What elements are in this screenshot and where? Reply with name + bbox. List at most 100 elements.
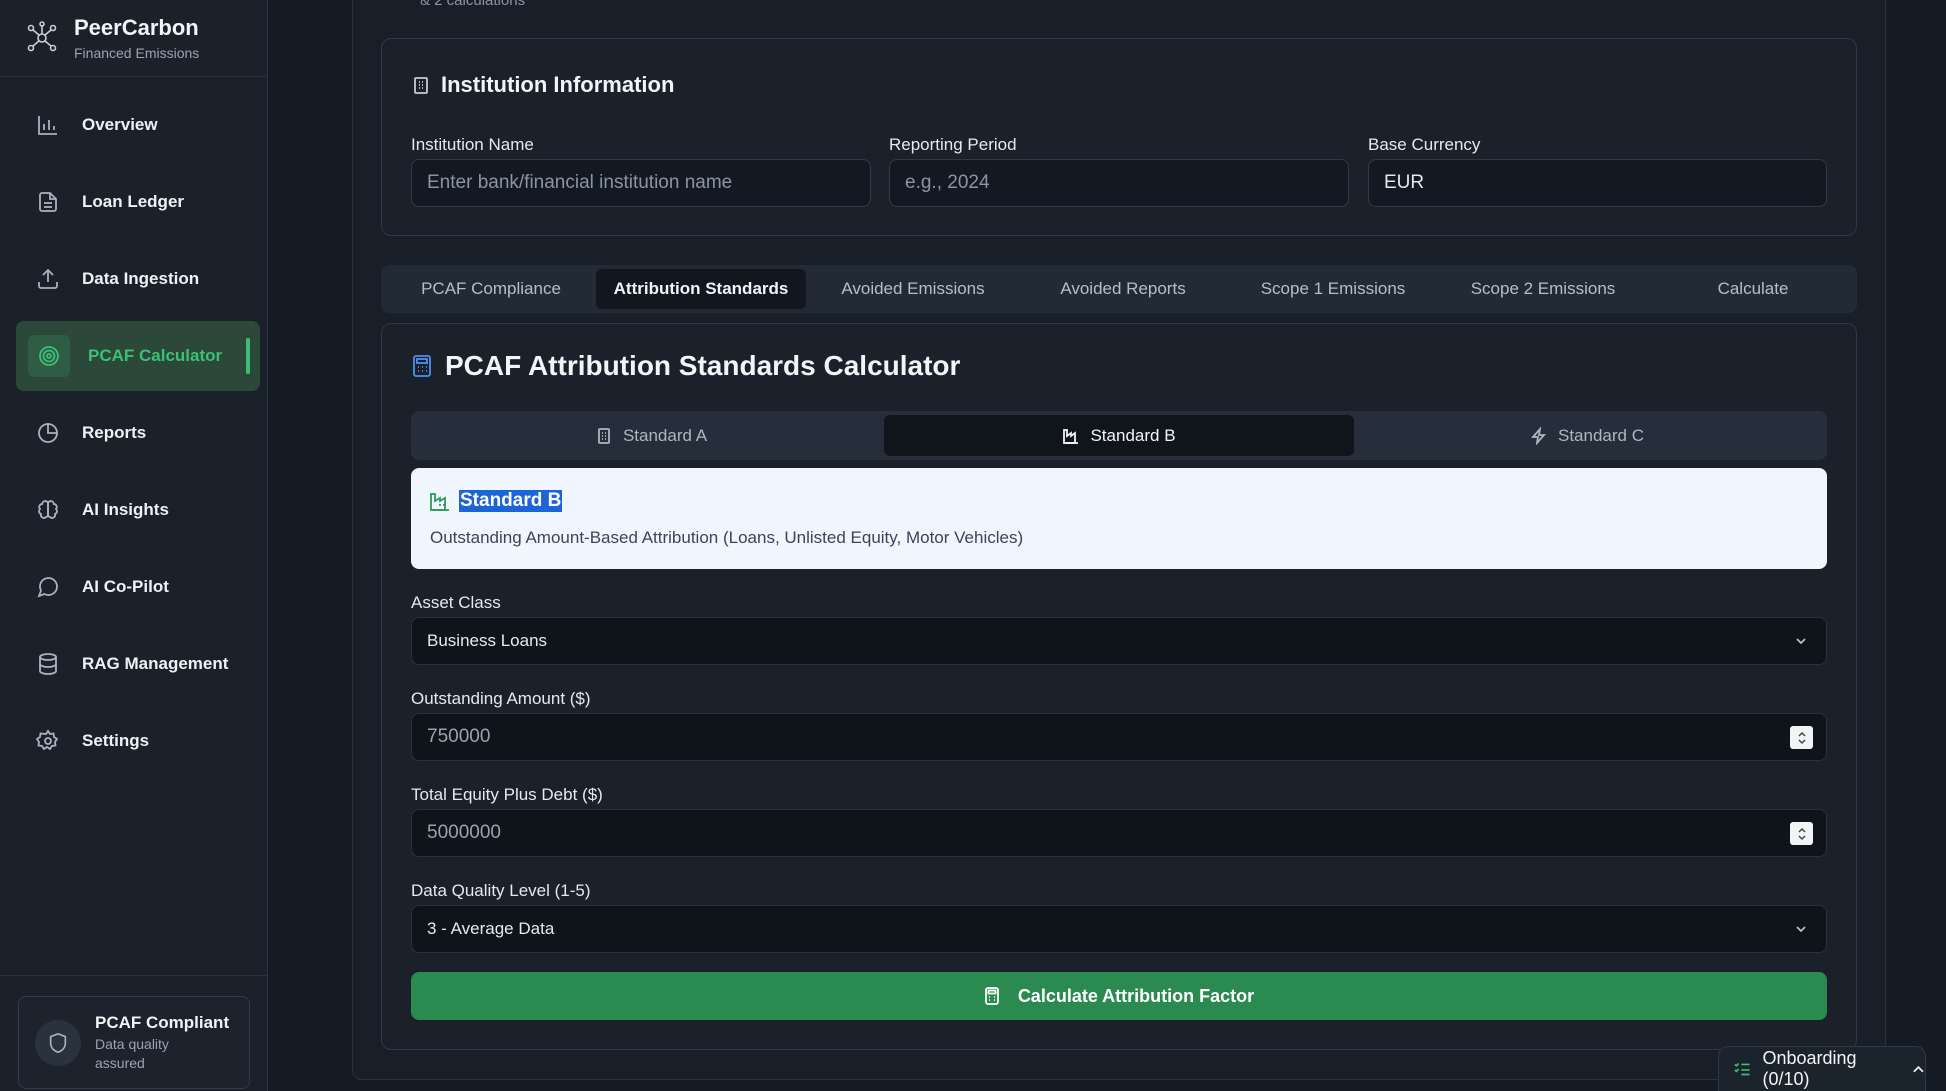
base-currency-label: Base Currency bbox=[1368, 135, 1481, 154]
spinner-down-icon bbox=[1797, 834, 1806, 840]
target-icon-wrap bbox=[28, 335, 70, 377]
gear-icon bbox=[36, 729, 59, 751]
sidebar-item-loan-ledger[interactable]: Loan Ledger bbox=[16, 167, 260, 237]
sidebar-item-label: RAG Management bbox=[82, 654, 229, 673]
database-icon bbox=[39, 653, 57, 675]
brand-title: PeerCarbon bbox=[74, 15, 199, 40]
building-icon bbox=[414, 77, 428, 94]
factory-icon bbox=[430, 493, 449, 511]
sidebar-nav: Overview Loan Ledger Data Ingestion PCAF… bbox=[16, 90, 260, 783]
tab-scope-2-emissions[interactable]: Scope 2 Emissions bbox=[1441, 269, 1645, 309]
calculator-title-text: PCAF Attribution Standards Calculator bbox=[445, 350, 961, 381]
sidebar-item-label: Overview bbox=[82, 115, 158, 134]
brand-subtitle: Financed Emissions bbox=[74, 45, 200, 61]
sidebar-item-overview[interactable]: Overview bbox=[16, 90, 260, 160]
network-logo-icon bbox=[27, 21, 57, 52]
brain-icon bbox=[38, 500, 58, 519]
tab-attribution-standards[interactable]: Attribution Standards bbox=[596, 269, 806, 309]
shield-icon bbox=[49, 1032, 67, 1053]
bar-chart-icon bbox=[38, 116, 57, 135]
tab-standard-b[interactable]: Standard B bbox=[884, 415, 1354, 456]
standard-info-header: Standard B bbox=[429, 490, 563, 512]
standard-info-description: Outstanding Amount-Based Attribution (Lo… bbox=[430, 528, 1024, 547]
lightning-icon bbox=[1531, 426, 1546, 445]
base-currency-input[interactable]: EUR bbox=[1368, 159, 1827, 207]
sidebar-item-data-ingestion[interactable]: Data Ingestion bbox=[16, 244, 260, 314]
outstanding-amount-label: Outstanding Amount ($) bbox=[411, 689, 591, 708]
document-icon bbox=[39, 192, 57, 212]
sidebar-item-label: Loan Ledger bbox=[82, 192, 185, 211]
data-quality-label: Data Quality Level (1-5) bbox=[411, 881, 591, 900]
chevron-down-icon bbox=[1796, 638, 1806, 645]
sidebar-item-reports[interactable]: Reports bbox=[16, 398, 260, 468]
number-spinner[interactable] bbox=[1790, 822, 1813, 845]
sidebar-item-label: Reports bbox=[82, 423, 147, 442]
chevron-down-icon bbox=[1796, 926, 1806, 933]
spinner-up-icon bbox=[1797, 827, 1806, 833]
institution-title-text: Institution Information bbox=[441, 72, 675, 97]
factory-icon bbox=[1063, 428, 1079, 444]
tab-standard-c-label: Standard C bbox=[1558, 425, 1644, 445]
data-quality-select[interactable]: 3 - Average Data bbox=[411, 905, 1827, 953]
sidebar-item-ai-insights[interactable]: AI Insights bbox=[16, 475, 260, 545]
tab-standard-b-label: Standard B bbox=[1090, 425, 1176, 445]
institution-name-input[interactable]: Enter bank/financial institution name bbox=[411, 159, 871, 207]
sidebar-item-label: Settings bbox=[82, 731, 150, 750]
tab-pcaf-compliance[interactable]: PCAF Compliance bbox=[393, 269, 589, 309]
shield-icon-wrap bbox=[35, 1019, 81, 1066]
spinner-up-icon bbox=[1797, 731, 1806, 737]
calculate-attribution-label: Calculate Attribution Factor bbox=[1017, 985, 1255, 1006]
total-equity-debt-input[interactable]: 5000000 bbox=[411, 809, 1827, 857]
standard-tabs: Standard A Standard B Standard C bbox=[411, 411, 1827, 460]
compliance-subtitle: Data quality assured bbox=[95, 1035, 169, 1071]
calculator-icon bbox=[984, 987, 999, 1005]
total-equity-debt-label: Total Equity Plus Debt ($) bbox=[411, 785, 603, 804]
calculator-icon bbox=[413, 355, 431, 377]
pie-chart-icon bbox=[38, 423, 58, 443]
asset-class-value: Business Loans bbox=[427, 631, 548, 650]
tab-avoided-emissions[interactable]: Avoided Emissions bbox=[811, 269, 1015, 309]
sidebar-item-ai-co-pilot[interactable]: AI Co-Pilot bbox=[16, 552, 260, 622]
number-spinner[interactable] bbox=[1790, 726, 1813, 749]
sidebar-item-label: AI Co-Pilot bbox=[82, 577, 169, 596]
tab-standard-a[interactable]: Standard A bbox=[416, 415, 886, 456]
outstanding-amount-input[interactable]: 750000 bbox=[411, 713, 1827, 761]
calculator-tabs: PCAF Compliance Attribution Standards Av… bbox=[381, 265, 1857, 313]
asset-class-select[interactable]: Business Loans bbox=[411, 617, 1827, 665]
upload-icon bbox=[38, 268, 58, 289]
total-equity-debt-placeholder: 5000000 bbox=[427, 822, 501, 843]
calculate-attribution-button[interactable]: Calculate Attribution Factor bbox=[411, 972, 1827, 1020]
spinner-down-icon bbox=[1797, 738, 1806, 744]
onboarding-label: Onboarding (0/10) bbox=[1762, 1048, 1857, 1089]
building-icon bbox=[598, 427, 610, 444]
tab-standard-a-label: Standard A bbox=[622, 425, 708, 445]
tab-scope-1-emissions[interactable]: Scope 1 Emissions bbox=[1231, 269, 1435, 309]
checklist-icon bbox=[1734, 1062, 1750, 1076]
outstanding-amount-placeholder: 750000 bbox=[427, 726, 491, 747]
sidebar-item-rag-management[interactable]: RAG Management bbox=[16, 629, 260, 699]
asset-class-label: Asset Class bbox=[411, 593, 501, 612]
sidebar-item-label: AI Insights bbox=[82, 500, 169, 519]
institution-title: Institution Information bbox=[411, 72, 674, 98]
reporting-period-label: Reporting Period bbox=[889, 135, 1017, 154]
tab-standard-c[interactable]: Standard C bbox=[1352, 415, 1822, 456]
standard-info-title: Standard B bbox=[459, 490, 563, 512]
target-icon bbox=[39, 346, 59, 366]
tab-avoided-reports[interactable]: Avoided Reports bbox=[1021, 269, 1225, 309]
data-quality-value: 3 - Average Data bbox=[427, 919, 555, 938]
standard-info-box: Standard B Outstanding Amount-Based Attr… bbox=[411, 468, 1827, 569]
sidebar: PeerCarbon Financed Emissions Overview L… bbox=[0, 0, 268, 1091]
chat-bubble-icon bbox=[37, 577, 58, 598]
institution-name-label: Institution Name bbox=[411, 135, 534, 154]
clipped-text: & 2 calculations bbox=[420, 0, 526, 9]
sidebar-item-label: PCAF Calculator bbox=[88, 346, 223, 365]
onboarding-toggle[interactable]: Onboarding (0/10) bbox=[1718, 1046, 1926, 1091]
compliance-title: PCAF Compliant bbox=[95, 1012, 230, 1032]
brand[interactable]: PeerCarbon Financed Emissions bbox=[0, 0, 267, 77]
reporting-period-input[interactable]: e.g., 2024 bbox=[889, 159, 1349, 207]
tab-calculate[interactable]: Calculate bbox=[1651, 269, 1855, 309]
sidebar-item-pcaf-calculator[interactable]: PCAF Calculator bbox=[16, 321, 260, 391]
sidebar-item-settings[interactable]: Settings bbox=[16, 706, 260, 776]
compliance-card: PCAF Compliant Data quality assured bbox=[18, 996, 250, 1089]
sidebar-footer: PCAF Compliant Data quality assured bbox=[0, 975, 268, 1091]
